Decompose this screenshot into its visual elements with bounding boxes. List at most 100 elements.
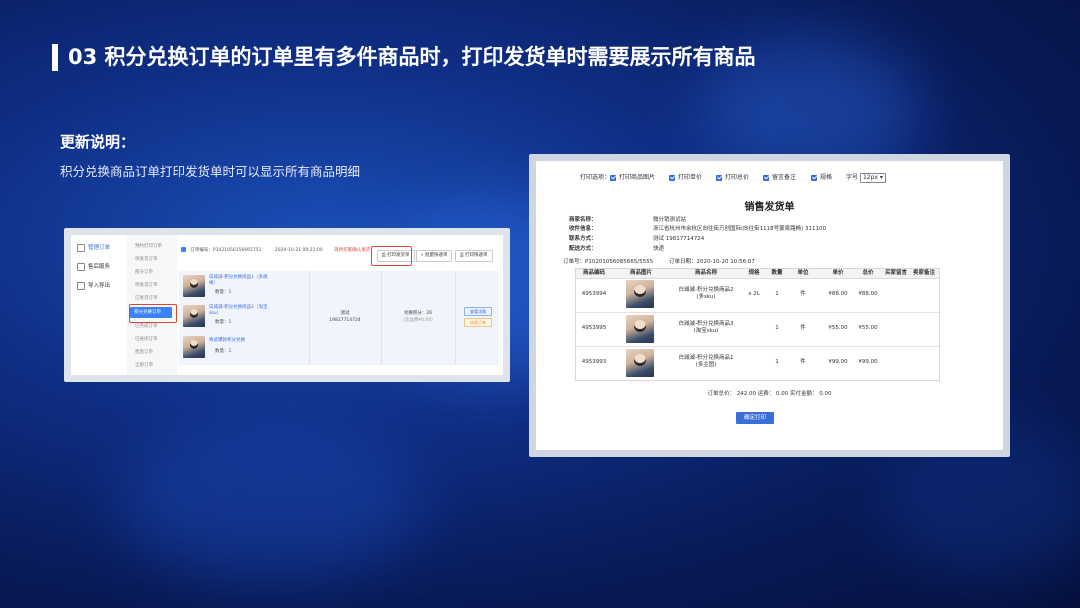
confirm-print-button[interactable]: 确定打印: [736, 412, 774, 424]
option-remarks[interactable]: 留言备注: [763, 172, 796, 181]
highlight-box-subnav: [129, 304, 177, 323]
option-spec[interactable]: 规格: [811, 172, 832, 181]
table-cell: ¥88.00: [828, 291, 848, 297]
table-cell: 1: [775, 291, 779, 297]
table-cell: 4953995: [581, 325, 607, 331]
sidebar: 管理订单 售后服务 导入导出: [71, 235, 128, 375]
product-image: [626, 280, 654, 308]
column-header: 总价: [862, 270, 874, 276]
subnav-item[interactable]: 预约打印订单: [135, 243, 162, 249]
column-header: 规格: [748, 270, 760, 276]
order-number: 订单号：P10201056085665/5555: [563, 259, 654, 265]
column-header: 买家留言: [884, 270, 907, 276]
checkbox-icon: [763, 174, 769, 181]
subnav-item[interactable]: 已完成订单: [135, 323, 158, 329]
sidebar-item-orders[interactable]: 管理订单: [77, 243, 110, 252]
table-cell: ¥55.00: [828, 325, 848, 331]
font-size-select[interactable]: 12px ▾: [859, 172, 886, 183]
title-accent-bar: [52, 44, 58, 71]
print-preview-screenshot: 打印选项： 打印商品图片 打印单价 打印总价 留言备注 规格 字号 12px ▾…: [529, 154, 1010, 457]
list-item: 白減減-积分兑换商品1（多规 格） 数量：1: [179, 273, 309, 303]
slide-title: 03 积分兑换订单的订单里有多件商品时，打印发货单时需要展示所有商品: [68, 45, 756, 69]
column-header: 商品图片: [629, 270, 652, 276]
print-express-button[interactable]: ⎙ 打印快递单: [455, 250, 493, 262]
sidebar-item-import-export[interactable]: 导入导出: [77, 281, 110, 290]
table-cell: ¥55.00: [858, 325, 878, 331]
info-receiver: 收件信息： 浙江省杭州市余杭区向往街万创国际(向往街1118号蒙泉路畅) 3111…: [569, 226, 827, 232]
info-delivery: 配送方式： 快递: [569, 246, 665, 252]
column-header: 单价: [832, 270, 844, 276]
option-print-unit-price[interactable]: 打印单价: [669, 172, 702, 181]
print-options-label: 打印选项：: [580, 174, 611, 181]
sidebar-item-aftersales[interactable]: 售后服务: [77, 262, 110, 271]
table-cell: 4953993: [581, 359, 607, 365]
order-card: 订单编号：P1021050156665751 2020-10-21 09:21:…: [179, 243, 499, 371]
chevron-down-icon: ▾: [877, 173, 883, 181]
info-contact: 联系方式： 测试 19817714724: [569, 236, 705, 242]
bg-glow: [120, 420, 420, 580]
option-print-image[interactable]: 打印商品图片: [610, 172, 655, 181]
invoice-table: 商品编码 商品图片 商品名称 规格 数量 单位 单价 总价 买家留言 卖家备注 …: [575, 268, 940, 381]
table-cell: ¥99.00: [828, 359, 848, 365]
table-cell: 1: [775, 359, 779, 365]
table-cell: 件: [800, 325, 806, 331]
option-print-total[interactable]: 打印总价: [716, 172, 749, 181]
product-image: [183, 305, 205, 327]
column-header: 单位: [797, 270, 809, 276]
edit-order-button[interactable]: 修改订单: [464, 318, 492, 327]
table-cell: x 2L: [748, 291, 760, 297]
list-item: 白減減-积分兑换商品2（淘宝 sku） 数量：1: [179, 303, 309, 333]
order-date: 订单日期：2020-10-20 10:56:07: [669, 259, 755, 265]
column-header: 商品编码: [582, 270, 605, 276]
table-cell: 白減減-积分兑换商品3 (淘宝sku): [678, 321, 734, 334]
table-cell: 4953994: [581, 291, 607, 297]
import-icon: [77, 281, 85, 290]
order-totals: 订单总价： 242.00 运费： 0.00 实付金额： 0.00: [707, 391, 832, 397]
product-name[interactable]: 奇迹爆款积分兑换: [209, 338, 245, 344]
product-image: [183, 336, 205, 358]
column-header: 商品名称: [694, 270, 717, 276]
table-cell: 白減減-积分兑换商品2 (多sku): [678, 287, 734, 300]
document-title: 销售发货单: [744, 202, 795, 213]
subnav-item[interactable]: 部分订单: [135, 269, 153, 275]
receiver-info: 测试 19817714724: [329, 311, 361, 323]
order-header: 订单编号：P1021050156665751 2020-10-21 09:21:…: [181, 247, 370, 253]
subnav-item[interactable]: 待发货订单: [135, 256, 158, 262]
update-text: 积分兑换商品订单打印发货单时可以显示所有商品明细: [60, 164, 361, 179]
table-cell: 件: [800, 359, 806, 365]
info-merchant: 商家名称： 微分销测试站: [569, 217, 687, 223]
batch-express-button[interactable]: ⌕ 批量快递单: [416, 250, 453, 262]
table-cell: ¥99.00: [858, 359, 878, 365]
row-divider: [576, 312, 939, 313]
list-icon: [77, 243, 85, 252]
order-products-panel: 白減減-积分兑换商品1（多规 格） 数量：1 白減減-积分兑换商品2（淘宝 sk…: [179, 271, 499, 365]
table-cell: 1: [775, 325, 779, 331]
subnav-item[interactable]: 待发货订单: [135, 282, 158, 288]
table-cell: 白減減-积分兑换商品1 (多主图): [678, 355, 734, 368]
view-detail-button[interactable]: 查看详情: [464, 307, 492, 316]
font-size-control: 字号 12px ▾: [846, 172, 886, 183]
checkbox-icon: [811, 174, 817, 181]
order-list-screenshot: 管理订单 售后服务 导入导出 预约打印订单 待发货订单 部分订单 待发货订单 已…: [64, 228, 510, 382]
product-image: [626, 349, 654, 377]
checkbox-icon: [669, 174, 675, 181]
list-item: 奇迹爆款积分兑换 数量：1: [179, 334, 309, 364]
table-cell: 件: [800, 291, 806, 297]
order-status: 等待买家确认发货: [334, 248, 371, 253]
subnav-item[interactable]: 全部订单: [135, 362, 153, 368]
checkbox-icon: [610, 174, 616, 181]
highlight-box-print: [371, 246, 412, 266]
table-cell: ¥88.00: [858, 291, 878, 297]
product-image: [183, 275, 205, 297]
column-header: 卖家备注: [912, 270, 935, 276]
update-heading: 更新说明：: [60, 133, 136, 151]
divider: [455, 271, 456, 365]
checkbox-icon: [716, 174, 722, 181]
subnav-item[interactable]: 已发货订单: [135, 295, 158, 301]
order-checkbox[interactable]: [181, 247, 186, 252]
row-divider: [576, 346, 939, 347]
payment-info: 兑换积分：26 （含运费¥0.00）: [400, 311, 436, 323]
subnav-item[interactable]: 售后订单: [135, 349, 153, 355]
subnav-item[interactable]: 已关闭订单: [135, 336, 158, 342]
service-icon: [77, 262, 85, 271]
